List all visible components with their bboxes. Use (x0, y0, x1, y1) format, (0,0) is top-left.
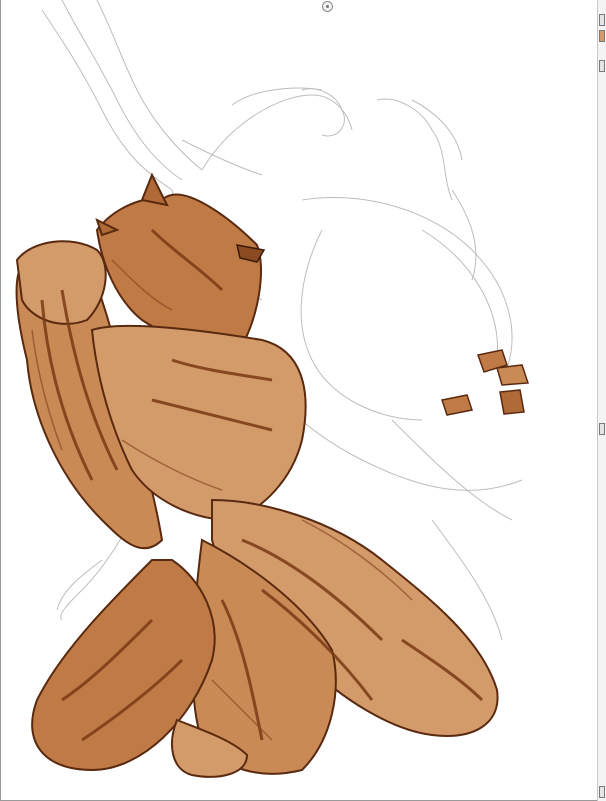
panel-toggle-icon[interactable] (599, 14, 605, 26)
collapse-icon[interactable] (599, 423, 605, 435)
right-toolbar (597, 0, 606, 801)
layer-icon[interactable] (599, 30, 605, 42)
app-frame (0, 0, 606, 801)
view-icon[interactable] (599, 60, 605, 72)
color-swatches (441, 349, 530, 416)
werewolf-figure (15, 172, 499, 778)
rotate-handle-icon[interactable] (322, 1, 333, 12)
artwork (15, 0, 530, 778)
drawing-canvas[interactable] (2, 0, 599, 800)
corner-icon[interactable] (599, 786, 605, 798)
